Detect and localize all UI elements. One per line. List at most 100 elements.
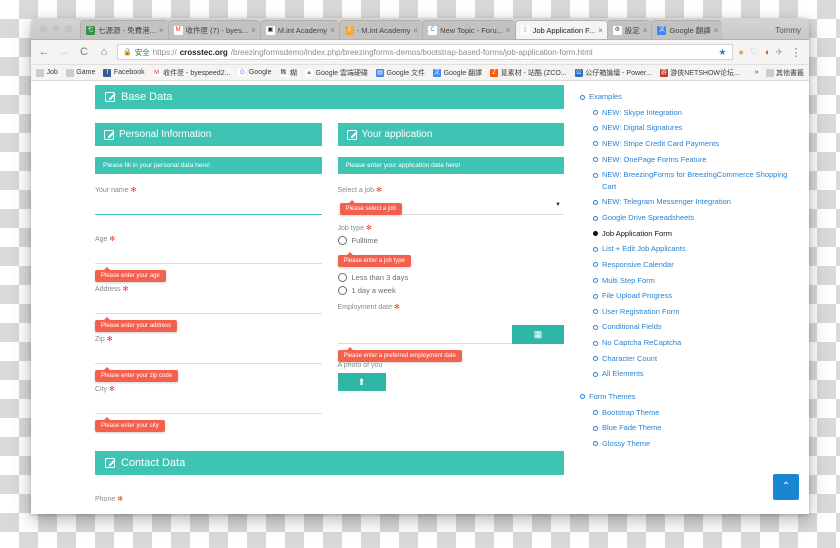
input-city[interactable] <box>95 395 322 414</box>
browser-tab-4[interactable]: C New Topic - Foru... × <box>422 20 515 39</box>
translate-icon: 文 <box>433 68 442 77</box>
input-address[interactable] <box>95 295 322 314</box>
sidebar-item-new-skype-integration[interactable]: NEW: Skype Integration <box>580 107 799 119</box>
browser-tab-1[interactable]: M 收件匣 (7) - byes... × <box>167 20 260 39</box>
sidebar-group-examples[interactable]: Examples <box>580 91 799 103</box>
personal-information-hint: Please fill in your personal data here! <box>95 157 322 174</box>
job-type-label: Job type ✻ <box>338 224 565 232</box>
field-your-name: Your name ✻ <box>95 186 322 215</box>
sidebar-item-user-registration-form[interactable]: User Registration Form <box>580 306 799 318</box>
sidebar-item-new-breezingforms-for-breezingcommerce-shopping-cart[interactable]: NEW: BreezingForms for BreezingCommerce … <box>580 169 799 192</box>
profile-name[interactable]: Tommy <box>775 26 801 35</box>
select-job-control[interactable]: ▼ Please select a job <box>337 196 564 215</box>
radio-fulltime[interactable]: Fulltime <box>337 236 565 245</box>
browser-tab-2[interactable]: ▣ M.int Academy × <box>259 20 339 39</box>
application-column: Your application Please enter your appli… <box>337 123 565 435</box>
extension-2-icon[interactable]: ♡ <box>750 47 758 58</box>
bookmark-label: 游俠NETSHOW论坛... <box>670 69 740 77</box>
bookmark-9[interactable]: Z 覓素材 - 站酷 (ZCO... <box>490 68 567 78</box>
google-icon: G <box>238 68 247 77</box>
sidebar-item-label: Conditional Fields <box>602 322 662 332</box>
reload-button[interactable]: C <box>77 46 91 58</box>
bookmark-star-icon[interactable]: ★ <box>718 47 726 58</box>
sidebar-item-job-application-form[interactable]: Job Application Form <box>580 228 799 240</box>
input-age[interactable] <box>95 245 322 264</box>
browser-tab-3[interactable]: J- M.int Academy × <box>338 20 423 39</box>
employment-date-error: Please enter a preferred employment date <box>337 347 462 362</box>
input-zip[interactable] <box>95 345 322 364</box>
close-icon[interactable]: × <box>159 26 164 35</box>
field-label: Your name ✻ <box>95 186 322 194</box>
close-icon[interactable]: × <box>714 26 719 35</box>
browser-tab-7[interactable]: 文 Google 翻譯 × <box>651 20 723 39</box>
sidebar-item-file-upload-progress[interactable]: File Upload Progress <box>580 290 799 302</box>
bookmark-10[interactable]: 公公仔箱論壇 - Power... <box>574 68 652 78</box>
close-icon[interactable]: × <box>413 26 418 35</box>
extension-3-icon[interactable]: ◖ <box>764 47 769 57</box>
sidebar-item-no-captcha-recaptcha[interactable]: No Captcha ReCaptcha <box>580 337 799 349</box>
bookmarks-overflow-button[interactable]: » <box>755 69 759 76</box>
sidebar-item-blue-fade-theme[interactable]: Blue Fade Theme <box>580 422 799 434</box>
sidebar-item-new-telegram-messenger-integration[interactable]: NEW: Telegram Messenger Integration <box>580 196 799 208</box>
radio-less-than-3-days[interactable]: Less than 3 days <box>337 273 565 282</box>
radio-1-day-a-week[interactable]: 1 day a week <box>337 286 565 295</box>
close-icon[interactable]: × <box>330 26 335 35</box>
bullet-icon <box>593 293 598 299</box>
home-button[interactable]: ⌂ <box>97 46 111 58</box>
sidebar-item-new-stripe-credit-card-payments[interactable]: NEW: Stripe Credit Card Payments <box>580 138 799 150</box>
folder-icon <box>65 68 74 77</box>
sidebar-item-multi-step-form[interactable]: Multi Step Form <box>580 275 799 287</box>
sidebar-item-new-digital-signatures[interactable]: NEW: Digital Signatures <box>580 122 799 134</box>
bookmark-3[interactable]: M 收件匣 - byespeed2... <box>152 68 230 78</box>
bookmark-1[interactable]: Game <box>65 68 95 77</box>
job-type-field: Job type ✻ Fulltime Please enter a job ty… <box>337 224 565 295</box>
extension-4-icon[interactable]: ✈ <box>775 47 783 58</box>
sidebar-item-all-elements[interactable]: All Elements <box>580 368 799 380</box>
back-button[interactable]: ← <box>37 46 51 58</box>
browser-toolbar: ← → C ⌂ 🔒 安全 https:// crosstec.org /bree… <box>31 40 809 65</box>
sidebar-item-new-onepage-forms-feature[interactable]: NEW: OnePage Forms Feature <box>580 154 799 166</box>
sidebar-item-label: Google Drive Spreadsheets <box>602 213 695 222</box>
tab-strip: 七七源源 - 免費港... × M 收件匣 (7) - byes... × ▣ M.int … <box>31 18 809 40</box>
pencil-icon <box>346 129 357 140</box>
zoom-window-button[interactable] <box>65 25 73 33</box>
extension-1-icon[interactable]: ● <box>739 47 744 57</box>
bookmark-6[interactable]: ▲ Google 雲端硬碟 <box>305 68 368 78</box>
bookmark-2[interactable]: f Facebook <box>103 68 145 77</box>
browser-tab-0[interactable]: 七七源源 - 免費港... × <box>80 20 168 39</box>
sidebar-item-responsive-calendar[interactable]: Responsive Calendar <box>580 259 799 271</box>
address-bar[interactable]: 🔒 安全 https:// crosstec.org /breezingform… <box>117 44 733 60</box>
scroll-to-top-button[interactable]: ⌃ <box>773 474 799 500</box>
employment-date-label-text: Employment date <box>337 304 392 311</box>
close-window-button[interactable] <box>39 25 47 33</box>
close-icon[interactable]: × <box>251 26 256 35</box>
minimize-window-button[interactable] <box>52 25 60 33</box>
bookmark-5[interactable]: 糊糊 <box>279 68 297 78</box>
other-bookmarks-folder[interactable]: 其他書籤 <box>765 68 804 78</box>
sidebar-item-bootstrap-theme[interactable]: Bootstrap Theme <box>580 407 799 419</box>
bookmark-8[interactable]: 文 Google 翻譯 <box>433 68 482 78</box>
calendar-picker-button[interactable]: ▦ <box>512 325 564 344</box>
close-icon[interactable]: × <box>643 26 648 35</box>
sidebar-item-character-count[interactable]: Character Count <box>580 353 799 365</box>
bookmark-11[interactable]: 游游俠NETSHOW论坛... <box>659 68 740 78</box>
close-icon[interactable]: × <box>598 26 603 35</box>
sidebar-group-form-themes[interactable]: Form Themes <box>580 391 799 403</box>
sidebar-item-list-edit-job-applicants[interactable]: List + Edit Job Applicants <box>580 243 799 255</box>
bookmark-0[interactable]: Job <box>36 68 58 77</box>
field-age: Age ✻ Please enter your age <box>95 235 322 282</box>
browser-menu-button[interactable]: ⋮ <box>789 46 803 59</box>
browser-tab-6[interactable]: ⚙ 設定 × <box>606 20 652 39</box>
input-your-name[interactable] <box>95 196 322 215</box>
employment-date-input[interactable] <box>337 325 512 344</box>
bookmark-7[interactable]: ▤ Google 文件 <box>376 68 425 78</box>
close-icon[interactable]: × <box>506 26 511 35</box>
bullet-icon <box>580 394 585 400</box>
bookmark-4[interactable]: G Google <box>238 68 272 77</box>
sidebar-item-conditional-fields[interactable]: Conditional Fields <box>580 321 799 333</box>
sidebar-item-google-drive-spreadsheets[interactable]: Google Drive Spreadsheets <box>580 212 799 224</box>
forward-button[interactable]: → <box>57 46 71 58</box>
sidebar-item-glossy-theme[interactable]: Glossy Theme <box>580 438 799 450</box>
browser-tab-5[interactable]: ▯ Job Application F... × <box>514 20 607 39</box>
photo-upload-button[interactable]: ⬆ <box>337 373 386 391</box>
